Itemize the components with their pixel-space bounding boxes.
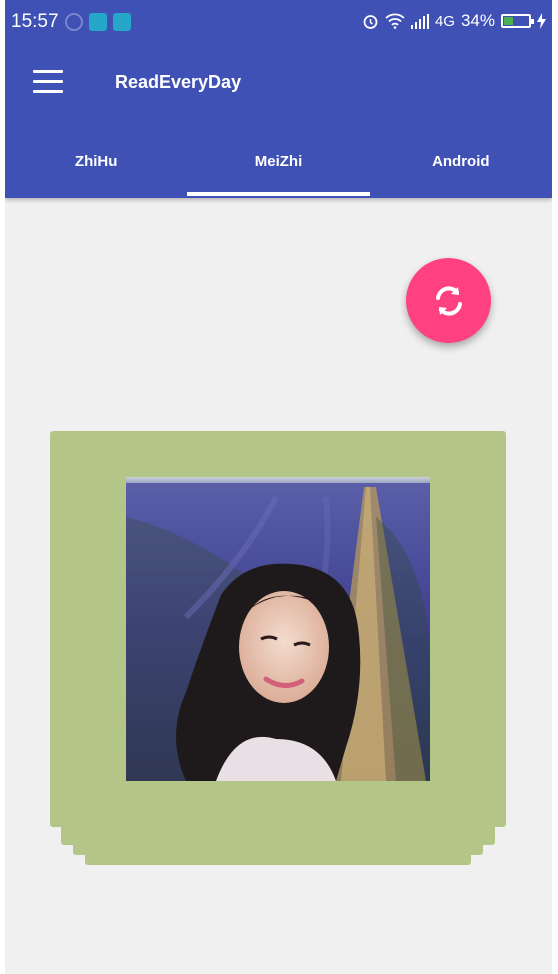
battery-icon	[501, 14, 534, 28]
notification-icon	[65, 13, 83, 31]
screenshot-icon	[89, 13, 107, 31]
app-title: ReadEveryDay	[115, 72, 242, 92]
tab-meizhi[interactable]: MeiZhi	[187, 128, 370, 198]
battery-percent: 34%	[460, 11, 495, 30]
tab-zhihu[interactable]: ZhiHu	[5, 128, 187, 198]
tab-android[interactable]: Android	[370, 128, 552, 198]
photo-image	[126, 477, 430, 781]
status-right: 4G 34%	[362, 11, 546, 31]
app-screen: 15:57 4G 34% ReadEveryDay ZhiHu MeiZhi A…	[5, 0, 552, 974]
charging-icon	[537, 13, 546, 29]
status-time: 15:57	[11, 11, 59, 32]
hamburger-menu-icon[interactable]	[33, 70, 63, 94]
refresh-icon	[435, 285, 462, 316]
refresh-button[interactable]	[406, 258, 491, 343]
alarm-icon	[363, 14, 378, 29]
network-type: 4G	[434, 12, 455, 30]
usb-icon	[113, 13, 131, 31]
wifi-icon	[385, 13, 405, 29]
toolbar: ReadEveryDay	[5, 50, 552, 116]
status-bar: 15:57 4G 34%	[5, 0, 552, 44]
tab-bar: ZhiHu MeiZhi Android	[5, 128, 552, 198]
app-bar: 15:57 4G 34% ReadEveryDay ZhiHu MeiZhi A…	[5, 0, 552, 198]
signal-icon	[410, 13, 429, 29]
